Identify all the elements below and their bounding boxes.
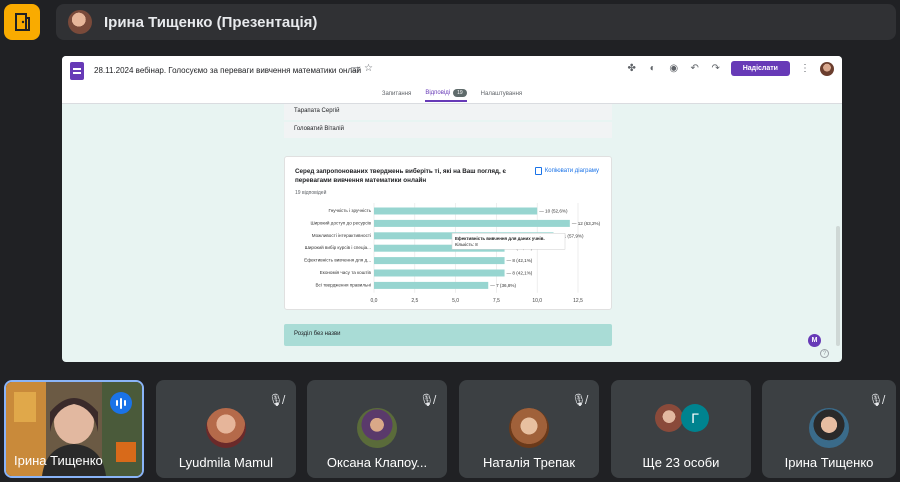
more-vert-icon: ⋮ <box>800 63 810 74</box>
x-tick-label: 12,5 <box>573 298 583 304</box>
tooltip-count: Кількість: 8 <box>455 242 478 247</box>
bar <box>374 207 538 215</box>
value-label: — 8 (42,1%) <box>507 271 533 276</box>
value-label: — 7 (36,8%) <box>490 283 516 288</box>
undo-icon: ↶ <box>690 63 699 74</box>
bar <box>374 257 505 265</box>
send-button: Надіслати <box>730 61 790 76</box>
participant-avatar <box>509 408 549 448</box>
category-label: Всі твердження правильні <box>315 282 371 287</box>
help-icon: ? <box>820 349 829 358</box>
meeting-top-bar: Ірина Тищенко (Презентація) <box>0 0 900 46</box>
assistant-badge: M <box>808 334 821 347</box>
account-avatar <box>820 61 834 76</box>
mic-off-icon: 🎙︎̸ <box>868 393 884 407</box>
more-participants-label: Ще 23 особи <box>642 455 720 470</box>
participant-avatar <box>357 408 397 448</box>
category-label: Можливості інтерактивності <box>312 233 371 238</box>
redo-icon: ↷ <box>711 63 720 74</box>
bar <box>374 281 489 289</box>
mic-off-icon: 🎙︎̸ <box>419 393 435 407</box>
meet-app-button[interactable] <box>4 4 40 40</box>
tab-questions: Запитання <box>381 91 412 97</box>
category-label: Широкий доступ до ресурсів <box>310 219 371 225</box>
bar <box>374 219 570 227</box>
presenter-avatar <box>68 10 92 34</box>
participant-name: Наталія Трепак <box>482 455 576 470</box>
category-label: Широкий вибір курсів і спеціа... <box>305 244 371 250</box>
star-icon: ☆ <box>364 63 373 74</box>
google-forms-icon <box>70 62 84 80</box>
mic-off-icon: 🎙︎̸ <box>571 393 587 407</box>
mic-off-icon: 🎙︎̸ <box>268 393 284 407</box>
participant-avatar <box>809 408 849 448</box>
participant-name: Ірина Тищенко <box>784 455 874 470</box>
participant-avatar <box>206 408 246 448</box>
addon-puzzle-icon: ✤ <box>627 63 636 74</box>
x-tick-label: 10,0 <box>532 298 542 304</box>
scrollbar <box>836 226 840 346</box>
participant-tile[interactable]: 🎙︎̸ Оксана Клапоу... <box>307 380 447 478</box>
participant-tile[interactable]: 🎙︎̸ Lyudmila Mamul <box>156 380 296 478</box>
forms-tabs: Запитання Відповіді 19 Налаштування <box>62 86 842 102</box>
door-exit-icon <box>15 13 30 31</box>
responses-bar-chart: 0,0 2,5 5,0 7,5 10,0 12,5 Гнучкість і зручніст… <box>304 203 601 304</box>
x-tick-label: 7,5 <box>493 298 500 304</box>
question-summary-card: Серед запропонованих тверджень виберіть … <box>284 156 612 310</box>
participant-avatar <box>655 404 683 432</box>
response-count: 19 відповідей <box>295 190 327 196</box>
tooltip-title: Ефективність вивчення для даних учнів. <box>455 236 545 241</box>
shared-screen: 28.11.2024 вебінар. Голосуємо за переваг… <box>62 56 842 362</box>
forms-toolbar: ✤ ◐ ◉ ↶ ↷ Надіслати ⋮ <box>626 61 834 76</box>
section-header: Розділ без назви <box>284 324 612 346</box>
respondent-list: Тарапата Сергій Головатий Віталій <box>284 104 612 140</box>
x-tick-label: 5,0 <box>452 298 459 304</box>
forms-header: 28.11.2024 вебінар. Голосуємо за переваг… <box>62 56 842 104</box>
responses-count-badge: 19 <box>453 89 467 97</box>
value-label: — 12 (63,2%) <box>572 221 601 226</box>
category-label: Гнучкість і зручність <box>328 208 371 213</box>
section-title: Розділ без назви <box>294 331 341 337</box>
category-label: Економія часу та коштів <box>320 270 372 275</box>
respondent-row: Головатий Віталій <box>284 122 612 138</box>
presenter-title: Ірина Тищенко (Презентація) <box>104 13 318 31</box>
copy-chart-button: Копіювати діаграму <box>534 167 599 175</box>
category-label: Ефективність вивчення для д... <box>304 258 371 263</box>
participant-tile-self[interactable]: Ірина Тищенко <box>4 380 144 478</box>
more-participants-tile[interactable]: Г Ще 23 особи <box>611 380 751 478</box>
speaking-indicator-icon <box>110 392 132 414</box>
participant-name: Оксана Клапоу... <box>326 455 428 470</box>
participant-name: Lyudmila Mamul <box>178 455 274 470</box>
copy-icon <box>534 167 542 175</box>
x-tick-label: 0,0 <box>371 298 378 304</box>
preview-eye-icon: ◉ <box>669 63 679 74</box>
participant-tile[interactable]: 🎙︎̸ Наталія Трепак <box>459 380 599 478</box>
folder-icon: ▭ <box>350 64 360 75</box>
tab-responses: Відповіді 19 <box>425 86 467 102</box>
palette-icon: ◐ <box>649 63 656 74</box>
participant-initial-avatar: Г <box>681 404 709 432</box>
bar <box>374 269 505 277</box>
x-tick-label: 2,5 <box>411 298 418 304</box>
participant-tile[interactable]: 🎙︎̸ Ірина Тищенко <box>762 380 896 478</box>
question-title: Серед запропонованих тверджень виберіть … <box>295 168 507 184</box>
form-document-title: 28.11.2024 вебінар. Голосуємо за переваг… <box>94 66 362 75</box>
respondent-row: Тарапата Сергій <box>284 104 612 120</box>
tab-settings: Налаштування <box>480 91 523 97</box>
value-label: — 8 (42,1%) <box>507 258 533 263</box>
value-label: — 10 (52,6%) <box>539 209 568 214</box>
participant-name: Ірина Тищенко <box>14 453 103 468</box>
presenter-title-bar: Ірина Тищенко (Презентація) <box>56 4 896 40</box>
